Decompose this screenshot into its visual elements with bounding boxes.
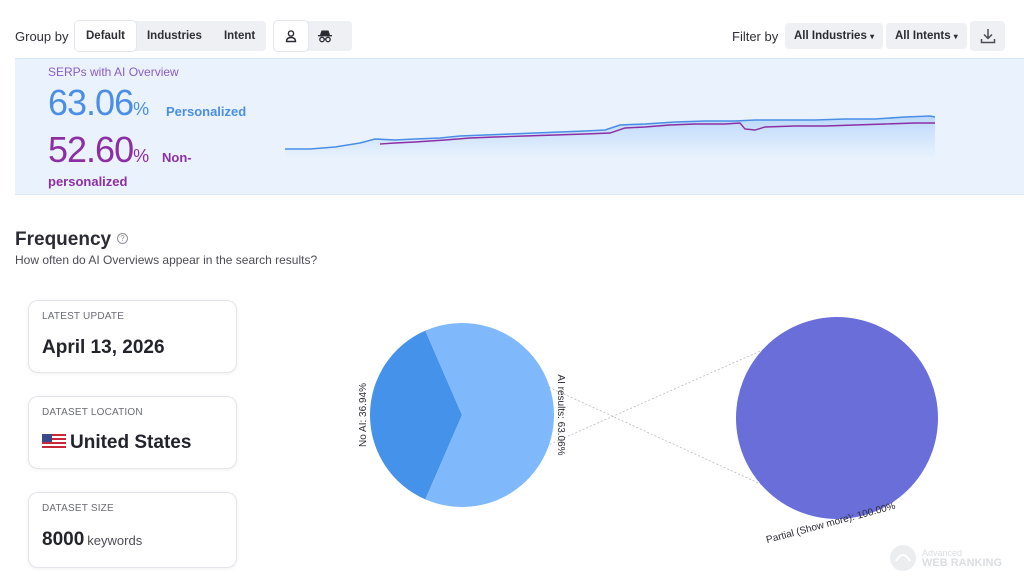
pie-slice-partial-show-more[interactable] (736, 317, 938, 519)
advanced-web-ranking-logo: Advanced WEB RANKING (888, 543, 1002, 573)
frequency-pie-charts: No AI: 36.94% AI results: 63.06% Partial … (358, 316, 938, 546)
watermark-line2: WEB RANKING (922, 557, 1003, 569)
pie-slice-label: No AI: 36.94% (358, 383, 369, 447)
pie-slice-label: AI results: 63.06% (555, 374, 566, 455)
awr-logo-icon (890, 545, 916, 571)
